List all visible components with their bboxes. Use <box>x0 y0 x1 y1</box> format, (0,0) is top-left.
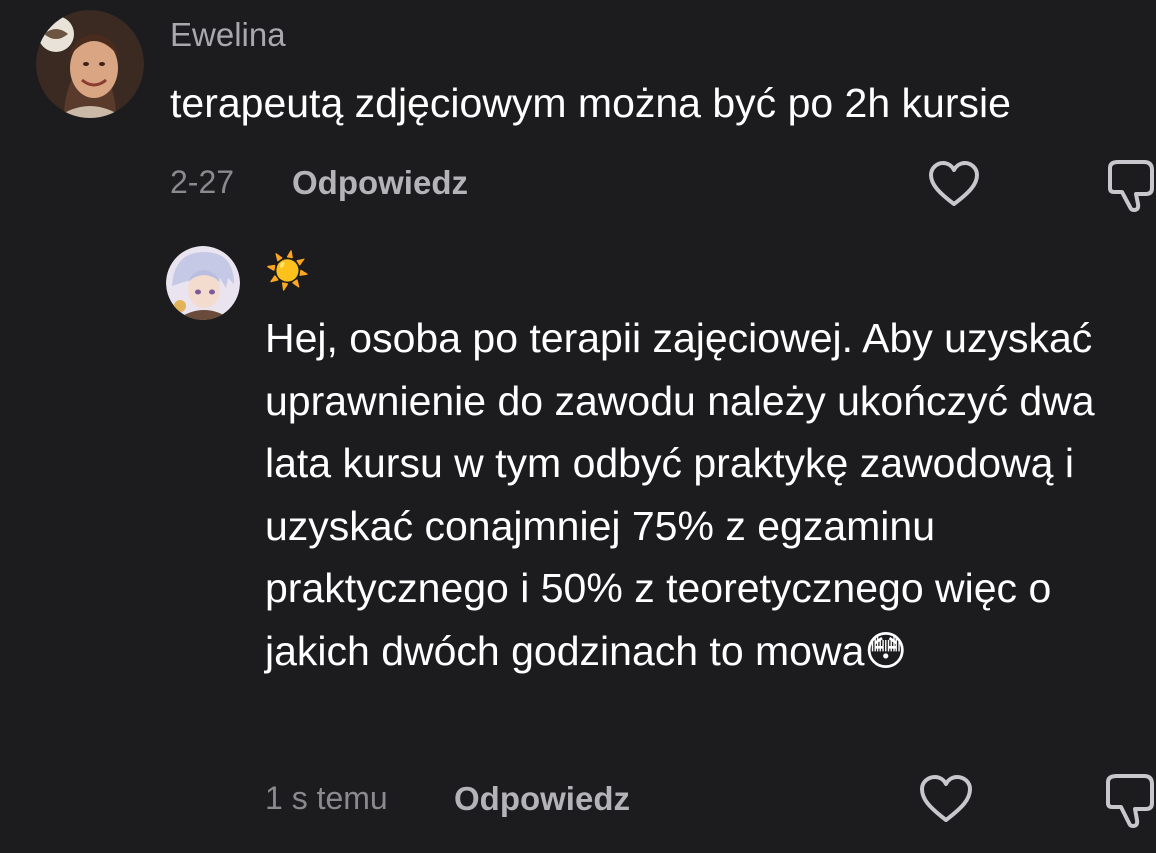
comments-page: Ewelina terapeutą zdjęciowym można być p… <box>0 0 1156 853</box>
thumbs-down-outline-icon[interactable] <box>1102 772 1156 828</box>
comment-username[interactable]: ☀️ <box>265 248 310 294</box>
avatar-photo-icon <box>36 10 144 118</box>
reply-button[interactable]: Odpowiedz <box>292 164 468 202</box>
comment-timestamp: 2-27 <box>170 164 235 200</box>
comment-text: terapeutą zdjęciowym można być po 2h kur… <box>170 80 1011 126</box>
thumbs-down-outline-icon[interactable] <box>1104 158 1156 212</box>
heart-outline-icon[interactable] <box>928 160 980 208</box>
reply-button[interactable]: Odpowiedz <box>454 780 630 818</box>
anime-avatar-icon <box>166 246 240 320</box>
comment-username[interactable]: Ewelina <box>170 16 286 54</box>
comment-text: Hej, osoba po terapii zajęciowej. Aby uz… <box>265 315 1095 674</box>
user-avatar[interactable] <box>166 246 240 320</box>
user-avatar[interactable] <box>36 10 144 118</box>
heart-outline-icon[interactable] <box>919 774 973 824</box>
comment-timestamp: 1 s temu <box>265 780 388 816</box>
